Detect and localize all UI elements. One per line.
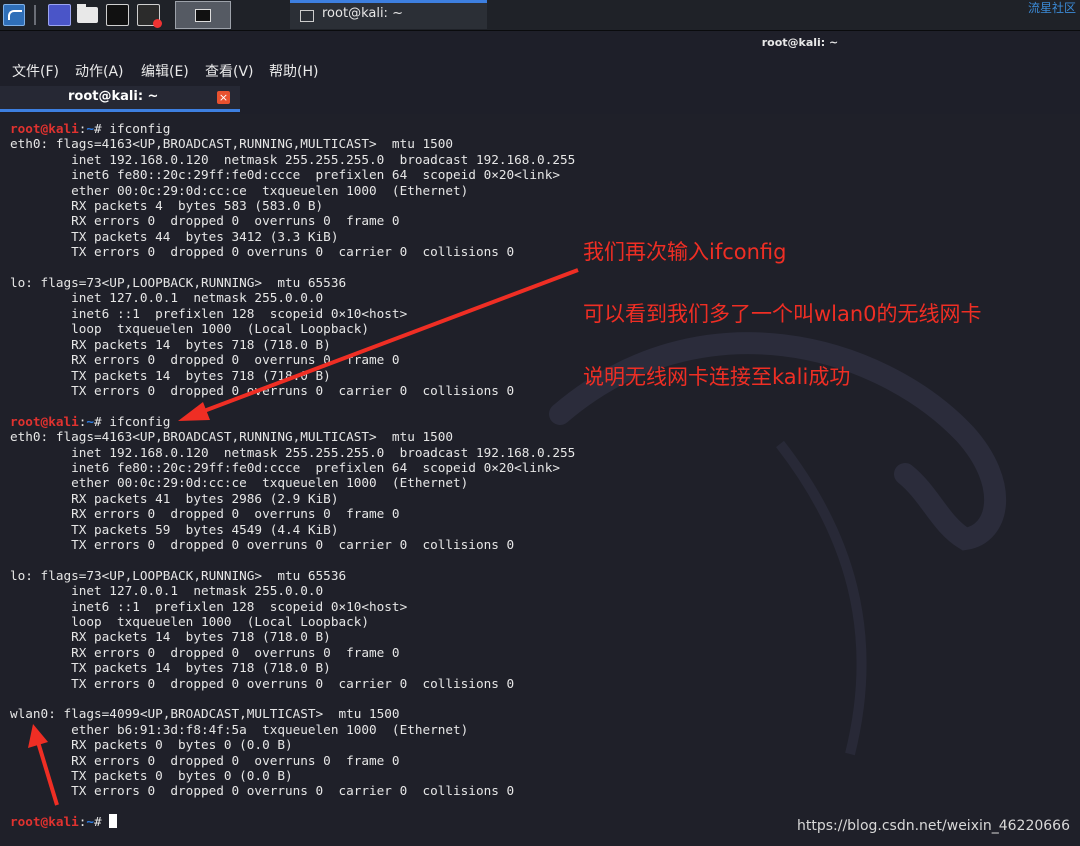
annotation-line-2: 可以看到我们多了一个叫wlan0的无线网卡: [583, 302, 982, 326]
arrowhead-command: [178, 402, 210, 421]
arrow-to-command: [195, 268, 579, 416]
annotation-line-1: 我们再次输入ifconfig: [583, 240, 787, 264]
watermark: https://blog.csdn.net/weixin_46220666: [796, 818, 1070, 834]
arrow-to-wlan0: [36, 741, 59, 806]
annotation-arrows: [28, 268, 579, 806]
annotation-line-3: 说明无线网卡连接至kali成功: [583, 365, 851, 389]
arrowhead-wlan0: [28, 724, 48, 748]
